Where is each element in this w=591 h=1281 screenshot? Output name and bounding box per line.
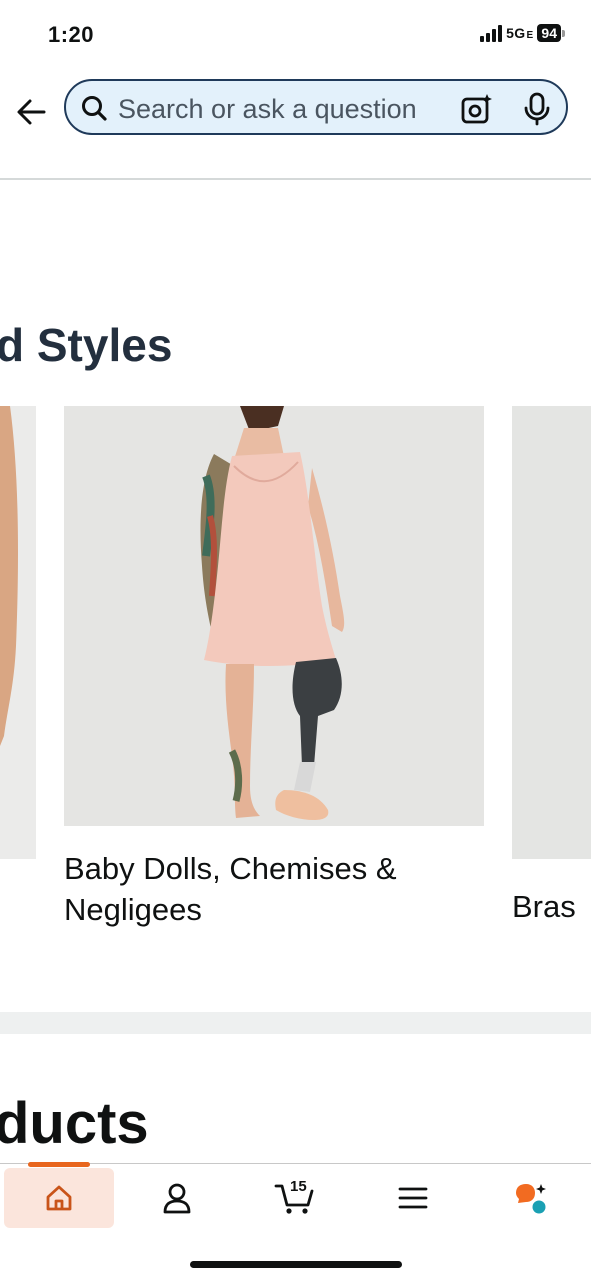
microphone-icon[interactable] [522,92,552,126]
search-icon [82,96,107,121]
status-indicators: 5GE 94 [480,24,565,42]
bras-product-image [512,406,591,859]
network-type: 5GE [506,25,534,41]
nav-menu[interactable] [358,1168,468,1228]
nav-cart[interactable] [240,1168,350,1228]
nav-account[interactable] [122,1168,232,1228]
carousel-item-label: Bras [512,889,576,924]
carousel-card-partial-left[interactable] [0,406,36,859]
model-silhouette-icon [0,406,18,746]
home-icon [46,1185,72,1211]
status-time: 1:20 [48,22,95,47]
carousel-item-label: Baby Dolls, Chemises & Negligees [64,851,397,927]
home-indicator[interactable] [190,1261,402,1268]
search-header: Search or ask a question [0,72,591,180]
battery-level: 94 [537,24,561,42]
section-title-styles: d Styles [0,319,173,371]
battery-icon: 94 [537,24,565,42]
nav-rufus[interactable] [476,1168,586,1228]
product-image [0,406,36,859]
active-tab-indicator [28,1162,90,1167]
carousel-card[interactable]: Baby Dolls, Chemises & Negligees [64,406,484,946]
cart-count-badge: 15 [290,1178,307,1195]
back-arrow-icon[interactable] [14,94,50,130]
sleepwear-product-image [64,406,484,826]
ai-assistant-icon [516,1184,546,1214]
search-input[interactable]: Search or ask a question [64,79,568,135]
camera-lens-icon[interactable] [460,92,494,126]
section-title-products: ducts [0,1091,149,1156]
menu-icon [398,1187,428,1209]
nav-home[interactable] [4,1168,114,1228]
person-icon [163,1183,191,1214]
model-illustration [200,406,345,820]
status-bar: 1:20 5GE 94 [0,0,591,70]
section-divider [0,1012,591,1034]
signal-icon [480,24,503,42]
carousel-card-partial-right[interactable]: Bras [512,406,591,946]
search-placeholder: Search or ask a question [118,94,417,124]
